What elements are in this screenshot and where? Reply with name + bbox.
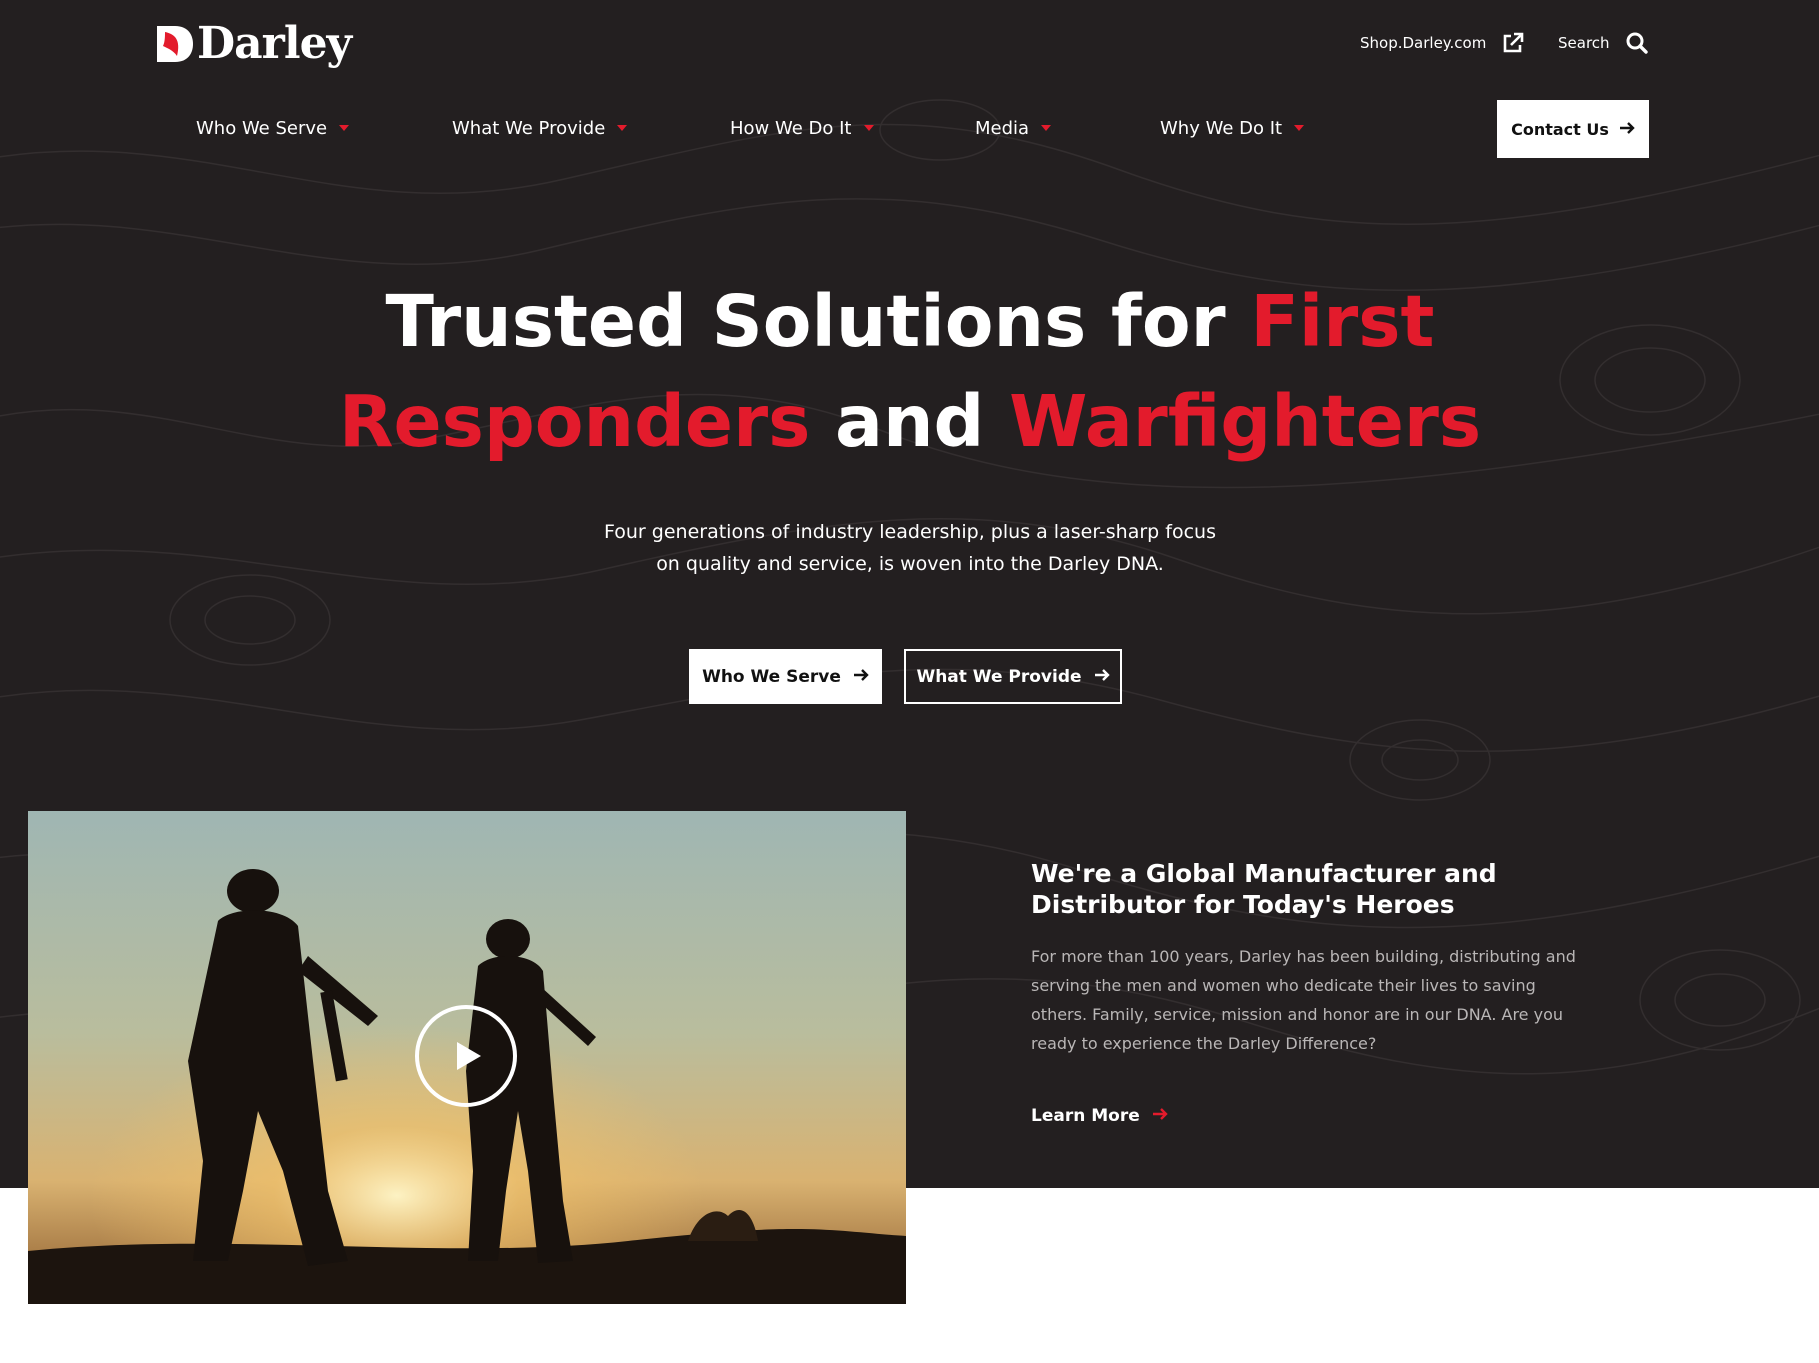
arrow-right-icon: [1094, 667, 1110, 687]
headline-highlight: Responders: [338, 380, 811, 463]
nav-media[interactable]: Media: [975, 116, 1052, 140]
about-body: For more than 100 years, Darley has been…: [1031, 947, 1576, 1053]
what-we-provide-label: What We Provide: [916, 666, 1082, 687]
arrow-right-icon: [853, 667, 869, 687]
contact-us-label: Contact Us: [1511, 119, 1609, 139]
caret-down-icon: [339, 125, 350, 131]
shop-link-label: Shop.Darley.com: [1360, 34, 1487, 52]
what-we-provide-button[interactable]: What We Provide: [904, 649, 1122, 704]
who-we-serve-label: Who We Serve: [702, 666, 841, 687]
subtitle-line: Four generations of industry leadership,…: [604, 521, 1216, 543]
nav-why-we-do-it[interactable]: Why We Do It: [1160, 116, 1305, 140]
headline-highlight: First: [1250, 280, 1435, 363]
nav-who-we-serve[interactable]: Who We Serve: [196, 116, 350, 140]
caret-down-icon: [1041, 125, 1052, 131]
external-link-icon: [1502, 32, 1524, 54]
play-icon[interactable]: [414, 1004, 518, 1108]
caret-down-icon: [617, 125, 628, 131]
hero-headline: Trusted Solutions for First Responders a…: [210, 272, 1610, 472]
about-title-line: Distributor for Today's Heroes: [1031, 890, 1455, 919]
arrow-right-icon: [1619, 120, 1635, 139]
nav-item-label: Media: [975, 117, 1030, 139]
video-player[interactable]: [28, 811, 906, 1304]
nav-how-we-do-it[interactable]: How We Do It: [730, 116, 874, 140]
darley-logo-icon: [157, 26, 193, 62]
about-title: We're a Global Manufacturer and Distribu…: [1031, 858, 1591, 920]
shop-link[interactable]: Shop.Darley.com: [1360, 28, 1524, 58]
hero-subtitle: Four generations of industry leadership,…: [560, 516, 1260, 580]
headline-part: Trusted Solutions for: [385, 280, 1251, 363]
headline-highlight: Warfighters: [1009, 380, 1482, 463]
caret-down-icon: [863, 125, 874, 131]
caret-down-icon: [1294, 125, 1305, 131]
logo-wordmark: Darley: [197, 18, 352, 69]
nav-item-label: How We Do It: [730, 117, 852, 139]
arrow-right-icon: [1152, 1106, 1168, 1126]
nav-item-label: What We Provide: [452, 117, 606, 139]
nav-what-we-provide[interactable]: What We Provide: [452, 116, 628, 140]
learn-more-label: Learn More: [1031, 1106, 1140, 1126]
about-section: We're a Global Manufacturer and Distribu…: [1031, 858, 1591, 1058]
search-icon: [1626, 32, 1648, 54]
search-link[interactable]: Search: [1558, 28, 1648, 58]
nav-item-label: Why We Do It: [1160, 117, 1283, 139]
learn-more-link[interactable]: Learn More: [1031, 1106, 1168, 1126]
search-label: Search: [1558, 34, 1610, 52]
nav-item-label: Who We Serve: [196, 117, 328, 139]
who-we-serve-button[interactable]: Who We Serve: [689, 649, 882, 704]
headline-part: and: [810, 380, 1010, 463]
about-title-line: We're a Global Manufacturer and: [1031, 859, 1497, 888]
contact-us-button[interactable]: Contact Us: [1497, 100, 1649, 158]
darley-logo[interactable]: Darley: [155, 20, 370, 68]
subtitle-line: on quality and service, is woven into th…: [656, 553, 1164, 575]
